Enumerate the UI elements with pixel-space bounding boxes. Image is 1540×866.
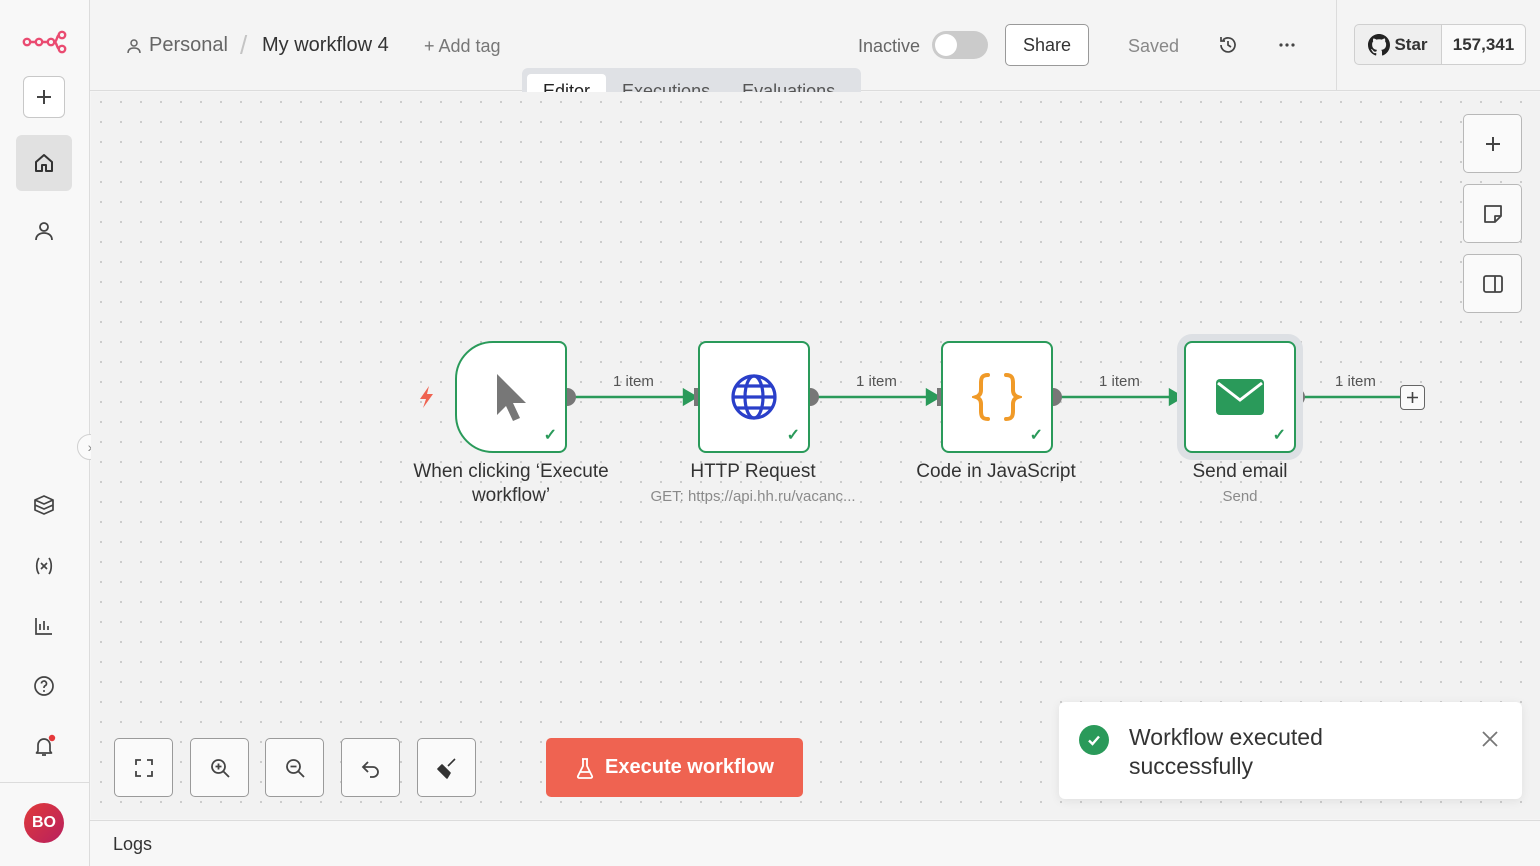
execute-workflow-label: Execute workflow	[605, 756, 774, 778]
logs-label: Logs	[113, 834, 153, 854]
node-http-request-label: HTTP Request	[690, 461, 816, 482]
zoom-out-button[interactable]	[265, 738, 324, 797]
sidebar-item-variables[interactable]	[16, 538, 72, 594]
home-icon	[35, 154, 53, 172]
success-check-icon: ✓	[1029, 427, 1043, 444]
help-icon	[34, 676, 54, 696]
history-icon	[1220, 37, 1236, 53]
sidebar-item-templates[interactable]	[16, 477, 72, 533]
envelope-icon	[1216, 379, 1264, 415]
bell-icon	[35, 734, 56, 756]
node-send-email[interactable]: ✓	[1184, 341, 1296, 453]
fullscreen-icon	[134, 758, 153, 777]
header-divider	[1336, 0, 1337, 90]
avatar[interactable]: BO	[24, 803, 64, 843]
tidy-up-button[interactable]	[417, 738, 476, 797]
success-check-icon: ✓	[786, 427, 800, 444]
breadcrumb-separator: /	[240, 30, 248, 60]
share-button[interactable]: Share	[1005, 24, 1089, 66]
node-send-email-subtitle: Send	[1222, 488, 1258, 505]
undo-button[interactable]	[341, 738, 400, 797]
variables-icon	[35, 557, 53, 575]
close-icon	[1482, 731, 1498, 747]
logs-panel[interactable]: Logs	[90, 820, 1540, 866]
breadcrumb-project[interactable]: Personal	[126, 34, 228, 57]
sidebar-divider	[0, 782, 90, 783]
more-horizontal-icon	[1279, 43, 1295, 47]
active-toggle[interactable]	[932, 31, 988, 59]
saved-status: Saved	[1128, 36, 1180, 56]
chart-icon	[35, 618, 52, 635]
plus-icon	[37, 90, 51, 104]
sidebar-item-overview[interactable]	[16, 135, 72, 191]
history-button[interactable]	[1213, 30, 1243, 60]
cursor-icon	[497, 374, 526, 421]
github-star-button[interactable]: Star	[1355, 25, 1442, 64]
node-manual-trigger[interactable]: ✓	[455, 341, 567, 453]
node-send-email-label: Send email	[1192, 461, 1288, 482]
braces-icon	[972, 373, 1022, 421]
active-status-label: Inactive	[858, 36, 921, 56]
zoom-in-button[interactable]	[190, 738, 249, 797]
node-http-request-subtitle: GET: https://api.hh.ru/vacanc...	[650, 488, 856, 505]
box-icon	[34, 495, 54, 515]
github-star-label: Star	[1394, 34, 1428, 54]
flask-icon	[576, 757, 594, 779]
plus-icon	[1485, 136, 1500, 151]
toast-message: Workflow executed successfully	[1129, 724, 1323, 779]
github-icon	[1368, 33, 1391, 55]
node-manual-trigger-label: When clicking ‘Execute workflow’	[413, 461, 609, 506]
success-check-icon: ✓	[1272, 427, 1286, 444]
n8n-logo[interactable]	[22, 30, 68, 54]
zoom-in-icon	[210, 758, 230, 778]
plus-icon	[1407, 392, 1418, 403]
toast-close-button[interactable]	[1479, 728, 1501, 750]
connection-3-label: 1 item	[1099, 373, 1140, 390]
panel-icon	[1482, 274, 1503, 293]
sidebar-item-personal[interactable]	[16, 203, 72, 259]
success-toast: Workflow executed successfully	[1059, 702, 1522, 799]
toggle-knob	[935, 34, 957, 56]
connection-4-label: 1 item	[1335, 373, 1376, 390]
sidebar-item-help[interactable]	[16, 658, 72, 714]
breadcrumb-project-label: Personal	[149, 34, 228, 56]
user-icon	[127, 38, 141, 53]
sidebar-item-notifications[interactable]	[16, 718, 72, 774]
sidebar-item-insights[interactable]	[16, 598, 72, 654]
create-button[interactable]	[23, 76, 65, 118]
add-node-button[interactable]	[1463, 114, 1522, 173]
sidebar: › BO	[0, 0, 103, 866]
undo-icon	[361, 760, 379, 778]
success-icon	[1079, 725, 1109, 755]
node-code-label: Code in JavaScript	[916, 461, 1076, 482]
connection-2-label: 1 item	[856, 373, 897, 390]
github-star-widget[interactable]: Star 157,341	[1354, 24, 1526, 65]
add-sticky-note-button[interactable]	[1463, 184, 1522, 243]
broom-icon	[436, 757, 456, 779]
sticky-note-icon	[1483, 204, 1502, 223]
execute-workflow-button[interactable]: Execute workflow	[546, 738, 803, 797]
add-node-end-button[interactable]	[1400, 385, 1425, 410]
user-icon	[35, 222, 53, 241]
success-check-icon: ✓	[543, 427, 557, 444]
zoom-out-icon	[285, 758, 305, 778]
node-http-request[interactable]: ✓	[698, 341, 810, 453]
toggle-panel-button[interactable]	[1463, 254, 1522, 313]
github-star-count[interactable]: 157,341	[1442, 25, 1525, 64]
workflow-name[interactable]: My workflow 4	[262, 34, 389, 57]
node-code[interactable]: ✓	[941, 341, 1053, 453]
add-tag-button[interactable]: + Add tag	[424, 36, 501, 57]
connection-1-label: 1 item	[613, 373, 654, 390]
globe-icon	[731, 374, 777, 420]
more-options-button[interactable]	[1272, 30, 1302, 60]
fit-view-button[interactable]	[114, 738, 173, 797]
